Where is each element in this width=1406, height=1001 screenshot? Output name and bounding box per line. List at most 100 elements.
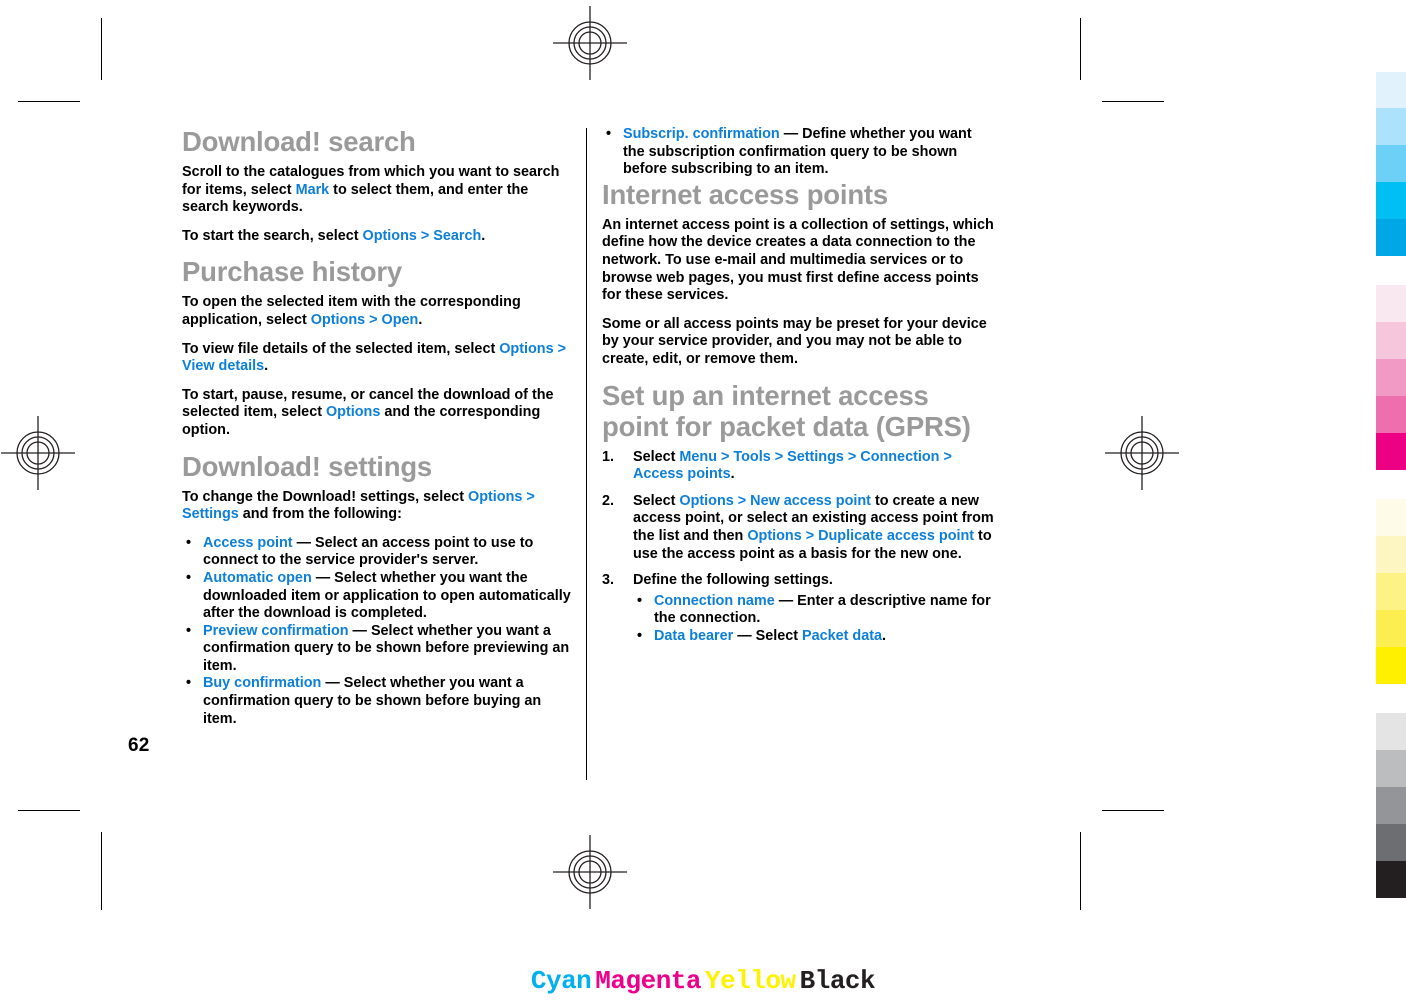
color-swatch-magenta-75 [1376,396,1406,433]
body-text-run: . [481,227,486,244]
section-heading: Download! settings [182,450,433,482]
color-swatch-magenta-25 [1376,322,1406,359]
step-sub-bullet-list: • Connection name — Enter a descriptive n… [633,593,994,646]
body-text-run: Select [633,448,680,465]
setting-term: Data bearer [654,627,734,644]
bullet-list-item: • Automatic open — Select whether you wan… [182,570,574,623]
step-list-item: 3. Define the following settings. • Connect… [602,572,994,645]
color-swatch-yellow-100 [1376,647,1406,684]
color-swatch-yellow-75 [1376,610,1406,647]
body-paragraph: To change the Download! settings, select… [182,489,574,524]
section-heading: Download! search [182,126,416,157]
ui-term: Settings [787,448,844,465]
menu-separator: > [733,492,751,509]
page-content: 62 Download! search Scroll to the catalog… [0,0,1406,1001]
ui-term: Mark [295,181,330,198]
ui-term: Options [310,311,366,328]
color-swatch-yellow-50 [1376,573,1406,610]
step-number: 2. [602,492,615,509]
section-heading: Internet access points [602,178,888,210]
color-swatch-black-50 [1376,787,1406,824]
body-text-run: . [730,466,735,483]
bullet-list-item: • Access point — Select an access point t… [182,535,574,570]
cmyk-color-label-footer: Cyan Magenta Yellow Black [0,966,1406,996]
body-text-run: . [418,311,423,328]
menu-separator: > [365,311,382,328]
page-number: 62 [128,735,150,756]
ui-term: Access points [633,466,731,483]
term-dash: — [348,622,371,639]
ui-term: Options [747,527,802,544]
ui-term: Options [499,340,554,357]
color-swatch-cyan-50 [1376,145,1406,182]
color-swatch-black-25 [1376,750,1406,787]
color-swatch-magenta-10 [1376,285,1406,322]
section-heading: Set up an internet access point for pack… [602,379,971,442]
ui-term: View details [182,358,265,375]
menu-separator: > [716,448,734,465]
body-text-run: Define the following settings. [633,572,833,589]
bullet-list-item: • Buy confirmation — Select whether you w… [182,675,574,728]
setting-term: Preview confirmation [203,622,349,639]
body-paragraph: An internet access point is a collection… [602,217,994,305]
setting-term: Connection name [654,592,775,609]
cmyk-label-cyan: Cyan [530,966,592,996]
term-dash: — [321,675,344,692]
ui-term: Tools [733,448,771,465]
settings-bullet-list: • Subscrip. confirmation — Define whether… [602,126,994,179]
bullet-list-item: • Connection name — Enter a descriptive n… [633,593,994,628]
color-calibration-strip [1376,0,1406,1001]
settings-bullet-list: • Access point — Select an access point t… [182,535,574,729]
term-dash: — [311,569,335,586]
cmyk-label-yellow: Yellow [705,966,796,996]
body-text-run: An internet access point is a collection… [602,216,994,304]
ui-term: Options [468,488,523,505]
ui-term: New access point [750,492,871,509]
color-swatch-yellow-25 [1376,536,1406,573]
printed-page: 62 Download! search Scroll to the catalog… [0,0,1406,1001]
numbered-step-list: 1. Select Menu > Tools > Settings > Conne… [602,449,994,646]
body-paragraph: To start the search, select Options > Se… [182,228,574,246]
menu-separator: > [522,488,535,505]
ui-term: Open [381,311,419,328]
ui-term: Options [679,492,734,509]
bullet-dot-icon: • [637,627,643,644]
body-text-run: To change the Download! settings, select [182,488,468,505]
term-dash: — [779,126,803,142]
body-text-run: and from the following: [238,506,402,523]
color-swatch-magenta-50 [1376,359,1406,396]
ui-term: Duplicate access point [818,527,975,544]
color-swatch-black-10 [1376,713,1406,750]
color-swatch-cyan-25 [1376,108,1406,145]
color-swatch-cyan-75 [1376,182,1406,219]
bullet-dot-icon: • [186,622,192,639]
bullet-dot-icon: • [186,675,192,692]
term-dash: — [292,534,315,551]
setting-term: Subscrip. confirmation [623,126,780,142]
body-text-run: Select [633,492,680,509]
term-dash: — [733,627,756,644]
cmyk-label-magenta: Magenta [595,966,701,996]
ui-term: Options [325,404,381,421]
ui-term: Menu [679,448,717,465]
body-paragraph: Scroll to the catalogues from which you … [182,164,574,217]
step-number: 3. [602,572,615,589]
menu-separator: > [770,448,788,465]
bullet-dot-icon: • [606,126,612,142]
ui-term: Packet data [802,627,882,644]
body-text-run: To start the search, select [182,227,363,244]
body-text-run: To view file details of the selected ite… [182,340,500,357]
section-heading: Purchase history [182,256,402,288]
body-text-run: . [264,358,269,375]
body-paragraph: To view file details of the selected ite… [182,341,574,376]
column-divider [586,128,587,780]
body-text-run: . [882,627,886,644]
menu-separator: > [801,527,819,544]
ui-term: Search [433,227,482,244]
color-swatch-black-100 [1376,861,1406,898]
color-swatch-cyan-100 [1376,219,1406,256]
body-paragraph: Some or all access points may be preset … [602,316,994,369]
color-swatch-black-75 [1376,824,1406,861]
cmyk-label-black: Black [799,966,876,996]
bullet-dot-icon: • [637,592,643,609]
